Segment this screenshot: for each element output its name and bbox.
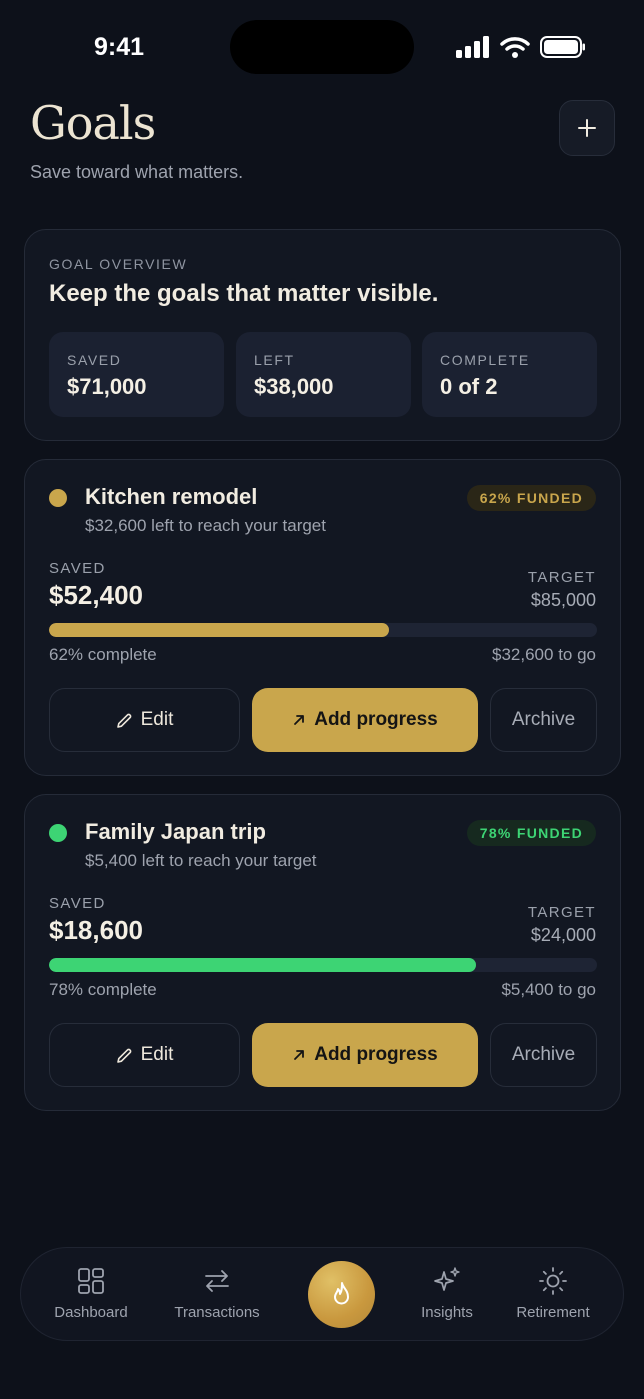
plus-icon [578,119,596,137]
stat-tile-saved: SAVED $71,000 [49,332,224,417]
stat-value: $38,000 [254,374,334,399]
tab-label: Dashboard [54,1304,128,1321]
tab-insights[interactable]: Insights [407,1248,487,1342]
page-title: Goals [30,96,156,150]
goal-status-dot [49,489,67,507]
transfer-arrows-icon [202,1266,232,1296]
goal-status-dot [49,824,67,842]
percent-complete: 78% complete [49,980,157,999]
stat-label: LEFT [254,352,295,368]
battery-icon [540,36,585,58]
add-progress-button[interactable]: Add progress [252,1023,478,1087]
goal-remaining-text: $32,600 left to reach your target [85,516,326,535]
progress-bar [49,958,597,972]
tab-label: Transactions [174,1304,260,1321]
add-progress-button-label: Add progress [314,709,438,730]
flame-icon [333,1281,349,1304]
saved-label: SAVED [49,895,106,912]
goal-remaining-text: $5,400 left to reach your target [85,851,317,870]
wifi-icon [500,37,530,58]
goal-name: Family Japan trip [85,819,266,844]
stat-tile-complete: COMPLETE 0 of 2 [422,332,597,417]
status-bar: 9:41 [0,0,644,92]
arrow-up-right-icon [294,1050,305,1060]
progress-bar [49,623,597,637]
tab-dashboard[interactable]: Dashboard [41,1248,141,1342]
add-progress-button[interactable]: Add progress [252,688,478,752]
add-goal-button[interactable] [559,100,615,156]
saved-amount: $18,600 [49,915,143,945]
add-progress-button-label: Add progress [314,1044,438,1065]
amount-to-go: $32,600 to go [492,645,596,664]
edit-button-label: Edit [140,709,174,730]
archive-button[interactable]: Archive [490,1023,597,1087]
cellular-signal-icon [456,36,489,58]
progress-fill [49,623,389,637]
page-subtitle: Save toward what matters. [30,162,244,182]
dynamic-island [230,20,414,74]
pencil-icon [116,1048,131,1063]
stat-label: SAVED [67,352,122,368]
edit-button-label: Edit [140,1044,174,1065]
tab-label: Insights [421,1304,473,1321]
status-time: 9:41 [94,33,145,61]
percent-complete: 62% complete [49,645,157,664]
goal-name: Kitchen remodel [85,484,258,509]
sun-icon [538,1266,568,1296]
target-amount: $24,000 [530,925,596,945]
arrow-up-right-icon [294,715,305,725]
progress-fill [49,958,477,972]
archive-button-label: Archive [511,709,576,730]
center-action-button[interactable] [308,1261,375,1328]
target-amount: $85,000 [530,590,596,610]
status-icons [456,36,586,58]
saved-amount: $52,400 [49,580,143,610]
tab-label: Retirement [516,1304,590,1321]
edit-button[interactable]: Edit [49,1023,240,1087]
edit-button[interactable]: Edit [49,688,240,752]
goal-card: Kitchen remodel $32,600 left to reach yo… [24,459,621,776]
goal-card: Family Japan trip $5,400 left to reach y… [24,794,621,1111]
goal-overview-card: GOAL OVERVIEW Keep the goals that matter… [24,229,621,441]
pencil-icon [116,713,131,728]
stat-value: 0 of 2 [440,374,498,399]
funded-badge: 78% FUNDED [466,820,596,846]
saved-label: SAVED [49,560,106,577]
tab-retirement[interactable]: Retirement [507,1248,599,1342]
dashboard-grid-icon [76,1266,106,1296]
archive-button-label: Archive [511,1044,576,1065]
archive-button[interactable]: Archive [490,688,597,752]
amount-to-go: $5,400 to go [501,980,596,999]
funded-badge: 62% FUNDED [466,485,596,511]
bottom-tab-bar: Dashboard Transactions Insights Retireme… [20,1247,624,1341]
target-label: TARGET [527,569,596,586]
tab-transactions[interactable]: Transactions [157,1248,277,1342]
overview-eyebrow: GOAL OVERVIEW [49,256,188,272]
overview-headline: Keep the goals that matter visible. [49,280,439,307]
stat-label: COMPLETE [440,352,530,368]
sparkles-icon [432,1266,462,1296]
stat-value: $71,000 [67,374,147,399]
stat-tile-left: LEFT $38,000 [236,332,411,417]
target-label: TARGET [527,904,596,921]
